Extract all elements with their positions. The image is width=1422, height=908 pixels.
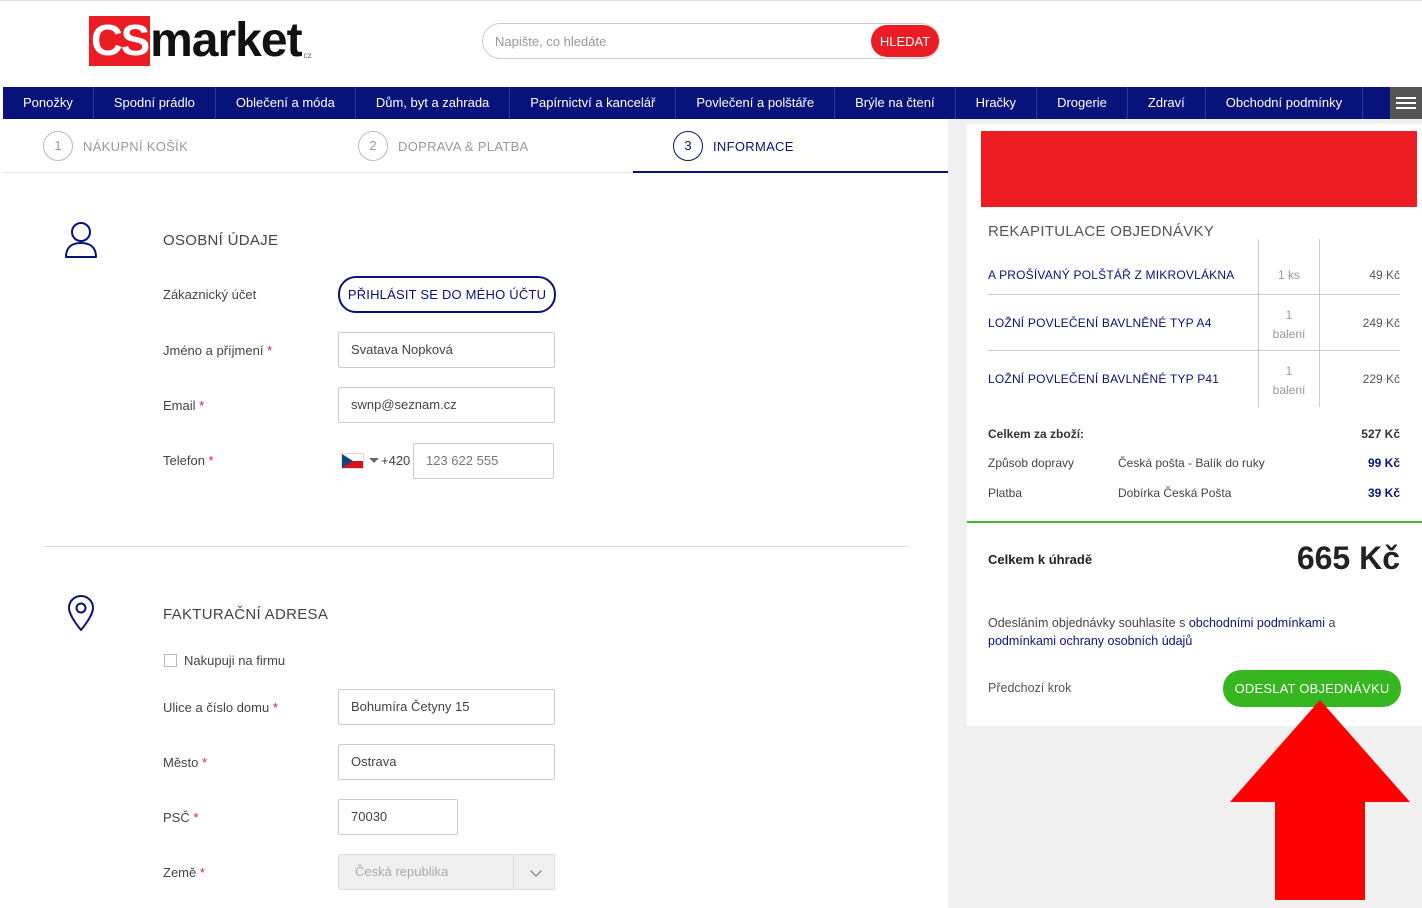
shipping-price: 99 Kč xyxy=(1367,456,1400,470)
country-select[interactable]: Česká republika xyxy=(338,854,555,890)
summary-item-qty: 1 balení xyxy=(1258,295,1320,351)
step-info[interactable]: 3 INFORMACE xyxy=(673,131,794,161)
step-cart[interactable]: 1 NÁKUPNÍ KOŠÍK xyxy=(43,131,188,161)
goods-total-value: 527 Kč xyxy=(1361,427,1400,441)
grand-total-label: Celkem k úhradě xyxy=(988,552,1093,567)
country-label: Země * xyxy=(163,865,205,880)
nav-item-obleceni[interactable]: Oblečení a móda xyxy=(216,87,356,119)
previous-step-link[interactable]: Předchozí krok xyxy=(988,681,1071,695)
search-bar: HLEDAT xyxy=(482,23,940,59)
grand-total-value: 665 Kč xyxy=(1296,540,1400,576)
header: CS market cz HLEDAT xyxy=(0,0,1422,88)
nav-item-zdravi[interactable]: Zdraví xyxy=(1128,87,1206,119)
name-label: Jméno a příjmení * xyxy=(163,343,273,358)
hamburger-icon[interactable] xyxy=(1390,87,1422,119)
login-button[interactable]: PŘIHLÁSIT SE DO MÉHO ÚČTU xyxy=(338,276,556,313)
step-number: 2 xyxy=(358,131,388,161)
user-icon xyxy=(65,222,97,258)
email-label: Email * xyxy=(163,398,205,413)
zip-label: PSČ * xyxy=(163,810,199,825)
logo-cz: cz xyxy=(303,51,312,60)
privacy-link[interactable]: podmínkami ochrany osobních údajů xyxy=(988,634,1192,648)
summary-divider xyxy=(967,521,1422,523)
search-button[interactable]: HLEDAT xyxy=(871,25,939,57)
summary-item-qty: 1 ks xyxy=(1258,239,1320,295)
step-label: INFORMACE xyxy=(713,138,794,154)
terms-link[interactable]: obchodními podmínkami xyxy=(1189,616,1325,630)
logo-cs: CS xyxy=(89,16,150,66)
company-checkbox[interactable] xyxy=(164,654,177,667)
red-arrow-up-icon xyxy=(1230,700,1410,900)
summary-item-name[interactable]: LOŽNÍ POVLEČENÍ BAVLNĚNÉ TYP A4 xyxy=(988,316,1212,330)
summary-item-price: 49 Kč xyxy=(1369,268,1400,282)
checkout-steps: 1 NÁKUPNÍ KOŠÍK 2 DOPRAVA & PLATBA 3 INF… xyxy=(3,119,948,173)
nav-item-povleceni[interactable]: Povlečení a polštáře xyxy=(676,87,836,119)
country-select-value: Česká republika xyxy=(355,864,449,879)
main-nav: Ponožky Spodní prádlo Oblečení a móda Dů… xyxy=(3,87,1422,119)
search-input[interactable] xyxy=(495,24,865,58)
shipping-method: Česká pošta - Balík do ruky xyxy=(1118,456,1265,470)
shipping-label: Způsob dopravy xyxy=(988,456,1075,470)
payment-method: Dobírka Česká Pošta xyxy=(1118,486,1232,500)
summary-item-name[interactable]: A PROŠÍVANÝ POLŠTÁŘ Z MIKROVLÁKNA xyxy=(988,268,1234,282)
location-pin-icon xyxy=(68,595,94,631)
payment-label: Platba xyxy=(988,486,1023,500)
payment-price: 39 Kč xyxy=(1367,486,1400,500)
street-field[interactable]: Bohumíra Četyny 15 xyxy=(338,689,555,725)
company-checkbox-label[interactable]: Nakupuji na firmu xyxy=(184,653,285,668)
street-label: Ulice a číslo domu * xyxy=(163,700,278,715)
summary-item-row: LOŽNÍ POVLEČENÍ BAVLNĚNÉ TYP P41 1 balen… xyxy=(988,351,1400,407)
summary-item-name[interactable]: LOŽNÍ POVLEČENÍ BAVLNĚNÉ TYP P41 xyxy=(988,372,1219,386)
nav-item-hracky[interactable]: Hračky xyxy=(956,87,1038,119)
phone-prefix: +420 xyxy=(381,453,411,468)
summary-item-row: A PROŠÍVANÝ POLŠTÁŘ Z MIKROVLÁKNA 1 ks 4… xyxy=(988,239,1400,295)
personal-section-title: OSOBNÍ ÚDAJE xyxy=(163,232,279,249)
nav-item-dum[interactable]: Dům, byt a zahrada xyxy=(356,87,511,119)
nav-item-spodni-pradlo[interactable]: Spodní prádlo xyxy=(94,87,216,119)
goods-total-label: Celkem za zboží: xyxy=(988,427,1085,441)
chevron-down-icon xyxy=(530,865,542,877)
city-field[interactable]: Ostrava xyxy=(338,744,555,780)
step-number: 1 xyxy=(43,131,73,161)
summary-item-row: LOŽNÍ POVLEČENÍ BAVLNĚNÉ TYP A4 1 balení… xyxy=(988,295,1400,351)
summary-item-price: 249 Kč xyxy=(1362,316,1400,330)
active-step-underline xyxy=(633,171,948,173)
logo[interactable]: CS market cz xyxy=(89,16,312,66)
nav-item-podminky[interactable]: Obchodní podmínky xyxy=(1206,87,1364,119)
nav-item-bryle[interactable]: Brýle na čtení xyxy=(835,87,956,119)
name-field[interactable]: Svatava Nopková xyxy=(338,332,555,368)
promo-banner xyxy=(981,131,1417,207)
caret-down-icon[interactable] xyxy=(369,458,379,463)
phone-field[interactable]: 123 622 555 xyxy=(413,443,554,479)
select-separator xyxy=(513,855,514,889)
step-shipping[interactable]: 2 DOPRAVA & PLATBA xyxy=(358,131,529,161)
phone-label: Telefon * xyxy=(163,453,214,468)
consent-text: Odesláním objednávky souhlasíte s obchod… xyxy=(988,616,1336,648)
czech-flag-icon[interactable] xyxy=(341,453,364,469)
nav-item-papirnictvi[interactable]: Papírnictví a kancelář xyxy=(510,87,677,119)
step-label: DOPRAVA & PLATBA xyxy=(398,138,529,154)
zip-field[interactable]: 70030 xyxy=(338,799,458,835)
account-label: Zákaznický účet xyxy=(163,287,257,302)
step-label: NÁKUPNÍ KOŠÍK xyxy=(83,138,189,154)
nav-item-drogerie[interactable]: Drogerie xyxy=(1037,87,1128,119)
billing-section-title: FAKTURAČNÍ ADRESA xyxy=(163,606,329,623)
section-divider xyxy=(43,546,908,547)
summary-item-price: 229 Kč xyxy=(1362,372,1400,386)
summary-title: REKAPITULACE OBJEDNÁVKY xyxy=(988,223,1215,240)
city-label: Město * xyxy=(163,755,208,770)
logo-market: market xyxy=(150,14,302,67)
email-field[interactable]: swnp@seznam.cz xyxy=(338,387,555,423)
step-number: 3 xyxy=(673,131,703,161)
nav-item-ponozky[interactable]: Ponožky xyxy=(3,87,94,119)
summary-item-qty: 1 balení xyxy=(1258,351,1320,407)
